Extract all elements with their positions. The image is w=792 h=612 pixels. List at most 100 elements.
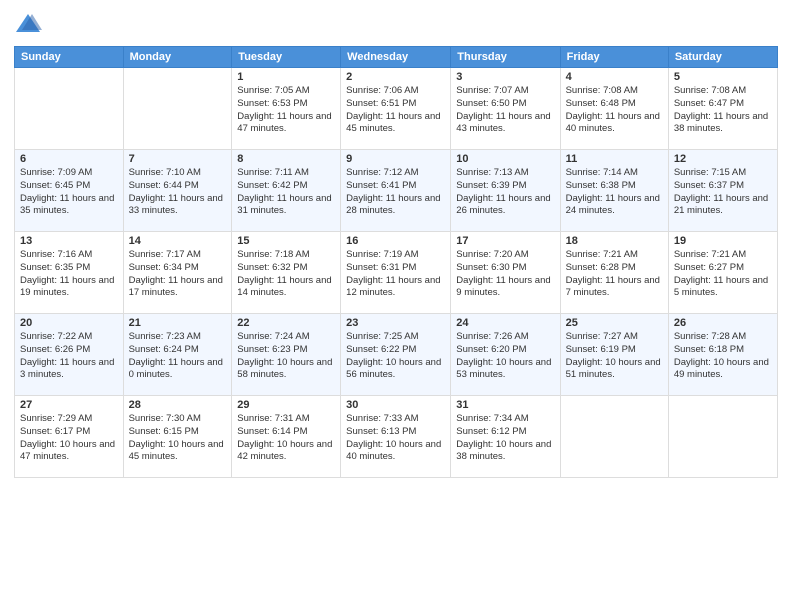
logo [14,10,44,38]
day-info: Sunrise: 7:29 AM Sunset: 6:17 PM Dayligh… [20,413,118,464]
day-number: 1 [237,71,335,83]
calendar-cell: 18 Sunrise: 7:21 AM Sunset: 6:28 PM Dayli… [560,232,668,314]
calendar-cell: 17Sunrise: 7:20 AM Sunset: 6:30 PM Dayli… [451,232,560,314]
calendar-cell: 21 Sunrise: 7:23 AM Sunset: 6:24 PM Dayli… [123,314,232,396]
calendar-cell: 11 Sunrise: 7:14 AM Sunset: 6:38 PM Dayli… [560,150,668,232]
day-number: 3 [456,71,554,83]
day-of-week-header: Wednesday [341,47,451,68]
calendar-table: SundayMondayTuesdayWednesdayThursdayFrid… [14,46,778,478]
calendar-cell [123,68,232,150]
calendar-cell: 22Sunrise: 7:24 AM Sunset: 6:23 PM Dayli… [232,314,341,396]
day-number: 31 [456,399,554,411]
calendar-week-row: 13 Sunrise: 7:16 AM Sunset: 6:35 PM Dayli… [15,232,778,314]
day-info: Sunrise: 7:08 AM Sunset: 6:48 PM Dayligh… [566,85,663,136]
calendar-cell: 4 Sunrise: 7:08 AM Sunset: 6:48 PM Daylig… [560,68,668,150]
day-number: 16 [346,235,445,247]
day-number: 27 [20,399,118,411]
calendar-cell [668,396,777,478]
day-number: 12 [674,153,772,165]
day-info: Sunrise: 7:05 AM Sunset: 6:53 PM Dayligh… [237,85,335,136]
day-of-week-header: Saturday [668,47,777,68]
day-number: 4 [566,71,663,83]
day-number: 8 [237,153,335,165]
calendar-cell: 8 Sunrise: 7:11 AM Sunset: 6:42 PM Daylig… [232,150,341,232]
calendar-cell: 3 Sunrise: 7:07 AM Sunset: 6:50 PM Daylig… [451,68,560,150]
calendar-cell [560,396,668,478]
day-info: Sunrise: 7:27 AM Sunset: 6:19 PM Dayligh… [566,331,663,382]
day-info: Sunrise: 7:06 AM Sunset: 6:51 PM Dayligh… [346,85,445,136]
day-number: 24 [456,317,554,329]
day-info: Sunrise: 7:17 AM Sunset: 6:34 PM Dayligh… [129,249,227,300]
logo-icon [14,10,42,38]
calendar-cell: 31 Sunrise: 7:34 AM Sunset: 6:12 PM Dayli… [451,396,560,478]
calendar-cell: 24Sunrise: 7:26 AM Sunset: 6:20 PM Dayli… [451,314,560,396]
calendar-cell: 30Sunrise: 7:33 AM Sunset: 6:13 PM Dayli… [341,396,451,478]
day-number: 23 [346,317,445,329]
page: SundayMondayTuesdayWednesdayThursdayFrid… [0,0,792,612]
day-number: 13 [20,235,118,247]
calendar-cell: 5Sunrise: 7:08 AM Sunset: 6:47 PM Daylig… [668,68,777,150]
day-number: 20 [20,317,118,329]
calendar-cell: 9 Sunrise: 7:12 AM Sunset: 6:41 PM Daylig… [341,150,451,232]
day-number: 29 [237,399,335,411]
calendar-cell: 16 Sunrise: 7:19 AM Sunset: 6:31 PM Dayli… [341,232,451,314]
day-info: Sunrise: 7:24 AM Sunset: 6:23 PM Dayligh… [237,331,335,382]
day-info: Sunrise: 7:19 AM Sunset: 6:31 PM Dayligh… [346,249,445,300]
day-info: Sunrise: 7:30 AM Sunset: 6:15 PM Dayligh… [129,413,227,464]
calendar-week-row: 1 Sunrise: 7:05 AM Sunset: 6:53 PM Daylig… [15,68,778,150]
calendar-week-row: 20 Sunrise: 7:22 AM Sunset: 6:26 PM Dayli… [15,314,778,396]
calendar-cell [15,68,124,150]
day-info: Sunrise: 7:23 AM Sunset: 6:24 PM Dayligh… [129,331,227,382]
day-info: Sunrise: 7:22 AM Sunset: 6:26 PM Dayligh… [20,331,118,382]
day-info: Sunrise: 7:34 AM Sunset: 6:12 PM Dayligh… [456,413,554,464]
day-info: Sunrise: 7:25 AM Sunset: 6:22 PM Dayligh… [346,331,445,382]
calendar-cell: 29 Sunrise: 7:31 AM Sunset: 6:14 PM Dayli… [232,396,341,478]
day-info: Sunrise: 7:10 AM Sunset: 6:44 PM Dayligh… [129,167,227,218]
calendar-cell: 2 Sunrise: 7:06 AM Sunset: 6:51 PM Daylig… [341,68,451,150]
day-number: 18 [566,235,663,247]
day-of-week-header: Thursday [451,47,560,68]
calendar-cell: 19 Sunrise: 7:21 AM Sunset: 6:27 PM Dayli… [668,232,777,314]
day-info: Sunrise: 7:16 AM Sunset: 6:35 PM Dayligh… [20,249,118,300]
day-of-week-header: Tuesday [232,47,341,68]
calendar-cell: 6 Sunrise: 7:09 AM Sunset: 6:45 PM Daylig… [15,150,124,232]
calendar-cell: 7Sunrise: 7:10 AM Sunset: 6:44 PM Daylig… [123,150,232,232]
calendar-cell: 25 Sunrise: 7:27 AM Sunset: 6:19 PM Dayli… [560,314,668,396]
day-number: 28 [129,399,227,411]
day-info: Sunrise: 7:09 AM Sunset: 6:45 PM Dayligh… [20,167,118,218]
day-info: Sunrise: 7:12 AM Sunset: 6:41 PM Dayligh… [346,167,445,218]
day-number: 5 [674,71,772,83]
day-number: 2 [346,71,445,83]
calendar-week-row: 27 Sunrise: 7:29 AM Sunset: 6:17 PM Dayli… [15,396,778,478]
day-info: Sunrise: 7:07 AM Sunset: 6:50 PM Dayligh… [456,85,554,136]
day-number: 21 [129,317,227,329]
day-number: 6 [20,153,118,165]
calendar-cell: 27 Sunrise: 7:29 AM Sunset: 6:17 PM Dayli… [15,396,124,478]
day-info: Sunrise: 7:11 AM Sunset: 6:42 PM Dayligh… [237,167,335,218]
calendar-cell: 10 Sunrise: 7:13 AM Sunset: 6:39 PM Dayli… [451,150,560,232]
calendar-cell: 1 Sunrise: 7:05 AM Sunset: 6:53 PM Daylig… [232,68,341,150]
calendar-cell: 15Sunrise: 7:18 AM Sunset: 6:32 PM Dayli… [232,232,341,314]
day-of-week-header: Friday [560,47,668,68]
calendar-cell: 14Sunrise: 7:17 AM Sunset: 6:34 PM Dayli… [123,232,232,314]
day-of-week-header: Sunday [15,47,124,68]
day-info: Sunrise: 7:15 AM Sunset: 6:37 PM Dayligh… [674,167,772,218]
day-number: 26 [674,317,772,329]
day-info: Sunrise: 7:13 AM Sunset: 6:39 PM Dayligh… [456,167,554,218]
day-number: 25 [566,317,663,329]
calendar-week-row: 6 Sunrise: 7:09 AM Sunset: 6:45 PM Daylig… [15,150,778,232]
day-number: 17 [456,235,554,247]
day-number: 19 [674,235,772,247]
calendar-cell: 23 Sunrise: 7:25 AM Sunset: 6:22 PM Dayli… [341,314,451,396]
calendar-cell: 20 Sunrise: 7:22 AM Sunset: 6:26 PM Dayli… [15,314,124,396]
day-number: 15 [237,235,335,247]
day-info: Sunrise: 7:14 AM Sunset: 6:38 PM Dayligh… [566,167,663,218]
day-info: Sunrise: 7:21 AM Sunset: 6:28 PM Dayligh… [566,249,663,300]
header [14,10,778,38]
calendar-cell: 12 Sunrise: 7:15 AM Sunset: 6:37 PM Dayli… [668,150,777,232]
day-number: 9 [346,153,445,165]
day-info: Sunrise: 7:21 AM Sunset: 6:27 PM Dayligh… [674,249,772,300]
day-info: Sunrise: 7:31 AM Sunset: 6:14 PM Dayligh… [237,413,335,464]
day-number: 10 [456,153,554,165]
day-number: 11 [566,153,663,165]
